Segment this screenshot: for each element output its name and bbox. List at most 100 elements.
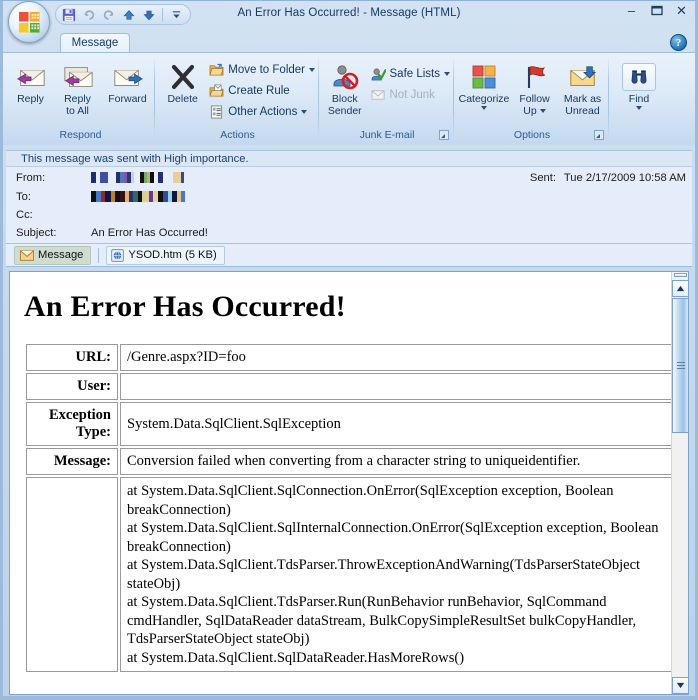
ribbon-group-options: Categorize Follow Up Mark as Unread Opti… bbox=[456, 55, 608, 143]
tab-message[interactable]: Message bbox=[60, 33, 130, 54]
scroll-down-button[interactable] bbox=[672, 677, 688, 694]
mark-unread-icon bbox=[568, 60, 598, 93]
ribbon-group-junk-label: Junk E-mail bbox=[359, 129, 415, 141]
other-actions-chevron-down-icon[interactable] bbox=[301, 109, 308, 114]
attachment-bar: Message YSOD.htm (5 KB) bbox=[6, 244, 692, 267]
help-button[interactable]: ? bbox=[670, 34, 687, 51]
from-row: From: Sent: Tue 2/17/2009 10:58 AM bbox=[6, 169, 692, 187]
error-stack-trace: at System.Data.SqlClient.SqlConnection.O… bbox=[120, 477, 671, 672]
redaction-block bbox=[142, 191, 149, 202]
ribbon-group-respond: Reply Reply to All Forward Respond bbox=[7, 55, 154, 143]
error-detail-key: URL: bbox=[26, 344, 118, 371]
error-page-title: An Error Has Occurred! bbox=[24, 290, 346, 323]
block-sender-button[interactable]: Block Sender bbox=[325, 58, 365, 117]
reply-all-button-label-line2: to All bbox=[66, 104, 89, 117]
categorize-chevron-down-icon[interactable] bbox=[481, 105, 487, 110]
message-tab-button[interactable]: Message bbox=[14, 245, 92, 265]
binoculars-icon bbox=[631, 69, 647, 84]
other-actions-button[interactable]: Other Actions bbox=[204, 101, 318, 122]
reply-all-icon bbox=[62, 60, 94, 93]
message-tab-label: Message bbox=[38, 249, 84, 261]
block-sender-label-line1: Block bbox=[331, 93, 358, 105]
window-controls: – ✕ bbox=[624, 3, 689, 18]
error-detail-value: System.Data.SqlClient.SqlException bbox=[120, 402, 671, 446]
sent-label: Sent: bbox=[529, 172, 556, 184]
group-separator-3 bbox=[453, 57, 454, 137]
delete-x-icon bbox=[168, 60, 198, 93]
junk-email-dialog-launcher[interactable] bbox=[439, 130, 449, 140]
follow-up-label-line1: Follow bbox=[519, 93, 550, 105]
delete-button[interactable]: Delete bbox=[163, 58, 202, 106]
attachment-item[interactable]: YSOD.htm (5 KB) bbox=[106, 245, 225, 265]
move-to-folder-label: Move to Folder bbox=[228, 63, 305, 76]
redaction-block bbox=[108, 172, 116, 183]
error-detail-row: URL:/Genre.aspx?ID=foo bbox=[26, 344, 671, 371]
ribbon-group-find: Find bbox=[612, 55, 666, 143]
move-to-folder-icon bbox=[207, 63, 226, 77]
error-detail-row: Exception Type: System.Data.SqlClient.Sql… bbox=[26, 402, 671, 446]
move-to-folder-chevron-down-icon[interactable] bbox=[309, 67, 315, 72]
reply-all-button-label-line1: Reply bbox=[64, 93, 91, 105]
not-junk-label: Not Junk bbox=[389, 88, 435, 101]
create-rule-label: Create Rule bbox=[228, 84, 290, 97]
redaction-block bbox=[173, 172, 181, 183]
error-detail-key: Exception Type: bbox=[26, 402, 118, 446]
categorize-button[interactable]: Categorize bbox=[457, 58, 512, 110]
follow-up-button[interactable]: Follow Up bbox=[512, 58, 558, 117]
reply-button[interactable]: Reply bbox=[8, 58, 54, 106]
find-chevron-down-icon[interactable] bbox=[636, 105, 642, 110]
other-actions-icon bbox=[207, 105, 226, 119]
body-vertical-scrollbar[interactable] bbox=[671, 272, 688, 694]
error-detail-value bbox=[120, 373, 671, 400]
error-details-table: URL:/Genre.aspx?ID=foo User: Exception Typ… bbox=[24, 342, 671, 674]
options-dialog-launcher[interactable] bbox=[594, 130, 604, 140]
error-detail-row: Message: Conversion failed when convertin… bbox=[26, 448, 671, 475]
scroll-up-button[interactable] bbox=[672, 280, 688, 297]
find-button-frame[interactable] bbox=[622, 62, 656, 91]
find-button[interactable]: Find bbox=[613, 58, 665, 110]
mark-as-unread-button[interactable]: Mark as Unread bbox=[558, 58, 608, 117]
safe-lists-button[interactable]: Safe Lists bbox=[366, 63, 454, 84]
close-button[interactable]: ✕ bbox=[674, 3, 689, 18]
ribbon: Reply Reply to All Forward Respond Delet… bbox=[3, 52, 695, 145]
to-value-redacted[interactable] bbox=[91, 191, 185, 202]
ribbon-group-actions: Delete Move to Folder Create Rule Other … bbox=[157, 55, 318, 143]
follow-up-chevron-down-icon[interactable] bbox=[539, 108, 546, 113]
create-rule-button[interactable]: Create Rule bbox=[204, 80, 318, 101]
sent-value: Tue 2/17/2009 10:58 AM bbox=[563, 172, 686, 184]
block-sender-label-line2: Sender bbox=[327, 104, 362, 117]
scroll-up-arrow-icon bbox=[676, 285, 685, 292]
minimize-button[interactable]: – bbox=[624, 3, 639, 18]
mark-as-unread-label-line1: Mark as bbox=[563, 93, 602, 105]
other-actions-label: Other Actions bbox=[228, 105, 298, 118]
forward-button[interactable]: Forward bbox=[102, 58, 154, 106]
delete-button-label: Delete bbox=[167, 93, 198, 105]
categorize-label: Categorize bbox=[458, 93, 510, 105]
subject-value: An Error Has Occurred! bbox=[91, 227, 208, 239]
forward-button-label: Forward bbox=[108, 93, 147, 105]
mark-as-unread-label-line2: Unread bbox=[565, 104, 600, 117]
move-to-folder-button[interactable]: Move to Folder bbox=[204, 59, 318, 80]
window-title: An Error Has Occurred! - Message (HTML) bbox=[237, 7, 461, 19]
ribbon-group-actions-label: Actions bbox=[220, 129, 255, 141]
subject-row: Subject: An Error Has Occurred! bbox=[6, 224, 692, 242]
envelope-icon bbox=[20, 249, 34, 261]
safe-lists-icon bbox=[369, 67, 388, 81]
scrollbar-split-handle[interactable] bbox=[674, 273, 687, 277]
cc-row: Cc: bbox=[6, 206, 692, 224]
not-junk-icon bbox=[369, 88, 388, 102]
scrollbar-thumb[interactable] bbox=[672, 298, 688, 433]
safe-lists-chevron-down-icon[interactable] bbox=[444, 71, 450, 76]
to-row: To: bbox=[6, 188, 692, 206]
attachment-bar-divider bbox=[98, 247, 100, 263]
group-separator-2 bbox=[318, 57, 319, 137]
block-sender-icon bbox=[330, 60, 360, 93]
from-value-redacted[interactable] bbox=[91, 172, 184, 183]
forward-icon bbox=[112, 60, 144, 93]
maximize-button[interactable] bbox=[649, 3, 664, 18]
subject-label: Subject: bbox=[16, 227, 57, 239]
html-file-icon bbox=[111, 248, 125, 262]
reply-all-button[interactable]: Reply to All bbox=[54, 58, 102, 117]
error-detail-key: User: bbox=[26, 373, 118, 400]
redaction-block bbox=[181, 191, 185, 202]
